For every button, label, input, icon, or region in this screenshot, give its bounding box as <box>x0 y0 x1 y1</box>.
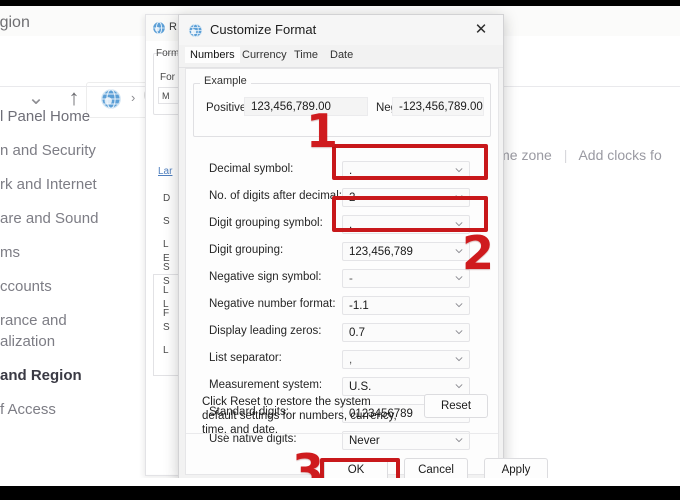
combo-value: , <box>349 354 353 366</box>
field-row-list-separator: List separator: , <box>186 350 498 369</box>
globe-icon <box>101 89 121 109</box>
chevron-down-icon <box>455 249 463 254</box>
region-row-label: L <box>163 345 169 356</box>
field-label: Negative number format: <box>209 298 336 310</box>
breadcrumb-separator: › <box>131 90 136 105</box>
positive-example-value: 123,456,789.00 <box>244 97 368 116</box>
bottom-white-strip <box>0 478 680 486</box>
region-task-links: ime zone | Add clocks fo <box>495 147 662 163</box>
combo-value: 2 <box>349 192 356 204</box>
bottom-black-strip <box>0 486 680 500</box>
field-row-digit-grouping-symbol: Digit grouping symbol: , <box>186 215 498 234</box>
combo-value: -1.1 <box>349 300 369 312</box>
tab-numbers[interactable]: Numbers <box>185 47 240 63</box>
field-label: Digit grouping symbol: <box>209 217 323 229</box>
chevron-down-icon <box>455 276 463 281</box>
region-row-label: L <box>163 299 169 310</box>
combo-value: U.S. <box>349 381 372 393</box>
combo-value: . <box>349 165 353 177</box>
control-panel-title: and Region <box>0 14 30 31</box>
digit-grouping-combo[interactable]: 123,456,789 <box>342 242 470 261</box>
chevron-down-icon <box>455 438 463 443</box>
field-label: Measurement system: <box>209 379 323 391</box>
combo-value: - <box>349 273 353 285</box>
region-row-label: S <box>163 216 170 227</box>
region-format-label: For <box>160 72 175 83</box>
chevron-down-icon <box>455 330 463 335</box>
region-group-legend: Form <box>156 48 180 59</box>
field-row-negative-sign-symbol: Negative sign symbol: - <box>186 269 498 288</box>
list-separator-combo[interactable]: , <box>342 350 470 369</box>
region-row-label: S <box>163 322 170 333</box>
region-row-label: D <box>163 193 171 204</box>
reset-description: Click Reset to restore the system defaul… <box>202 396 397 436</box>
region-row-label: L <box>163 239 169 250</box>
combo-value: 0.7 <box>349 327 365 339</box>
chevron-down-icon <box>455 357 463 362</box>
dialog-titlebar: Customize Format ✕ <box>179 15 503 45</box>
region-row-label: E <box>163 253 170 264</box>
combo-value: 123,456,789 <box>349 246 413 258</box>
chevron-down-icon <box>455 168 463 173</box>
dialog-title: Customize Format <box>210 22 317 37</box>
link-divider: | <box>563 147 568 163</box>
field-row-digits-after-decimal: No. of digits after decimal: 2 <box>186 188 498 207</box>
link-add-clocks[interactable]: Add clocks fo <box>578 147 661 163</box>
dialog-tabs: Numbers Currency Time Date <box>179 47 503 67</box>
chevron-down-icon <box>455 303 463 308</box>
field-row-digit-grouping: Digit grouping: 123,456,789 <box>186 242 498 261</box>
chevron-down-icon <box>455 384 463 389</box>
combo-value: , <box>349 219 353 231</box>
region-language-link[interactable]: Lar <box>158 166 172 177</box>
reset-button[interactable]: Reset <box>424 394 488 418</box>
digits-after-decimal-combo[interactable]: 2 <box>342 188 470 207</box>
negative-sign-symbol-combo[interactable]: - <box>342 269 470 288</box>
globe-icon <box>188 23 203 38</box>
example-legend: Example <box>200 75 251 87</box>
field-row-decimal-symbol: Decimal symbol: . <box>186 161 498 180</box>
chevron-down-icon <box>455 195 463 200</box>
display-leading-zeros-combo[interactable]: 0.7 <box>342 323 470 342</box>
globe-icon <box>153 21 165 35</box>
region-window-title: R <box>169 21 177 33</box>
field-row-negative-number-format: Negative number format: -1.1 <box>186 296 498 315</box>
close-icon[interactable]: ✕ <box>459 15 503 45</box>
positive-label: Positive: <box>206 102 250 114</box>
tab-date[interactable]: Date <box>325 47 358 63</box>
region-row-label: S <box>163 276 170 287</box>
chevron-down-icon <box>455 222 463 227</box>
decimal-symbol-combo[interactable]: . <box>342 161 470 180</box>
field-label: Digit grouping: <box>209 244 284 256</box>
customize-format-dialog: Customize Format ✕ Numbers Currency Time… <box>178 14 504 480</box>
negative-number-format-combo[interactable]: -1.1 <box>342 296 470 315</box>
tab-currency[interactable]: Currency <box>237 47 292 63</box>
field-label: Negative sign symbol: <box>209 271 322 283</box>
tab-time[interactable]: Time <box>289 47 323 63</box>
field-row-display-leading-zeros: Display leading zeros: 0.7 <box>186 323 498 342</box>
numbers-tab-panel: Example Positive: 123,456,789.00 Negativ… <box>185 68 499 475</box>
field-label: No. of digits after decimal: <box>209 190 342 202</box>
field-label: Decimal symbol: <box>209 163 294 175</box>
negative-example-value: -123,456,789.00 <box>392 97 484 116</box>
panel-footer-divider <box>186 433 498 434</box>
field-label: Display leading zeros: <box>209 325 322 337</box>
digit-grouping-symbol-combo[interactable]: , <box>342 215 470 234</box>
field-label: List separator: <box>209 352 282 364</box>
